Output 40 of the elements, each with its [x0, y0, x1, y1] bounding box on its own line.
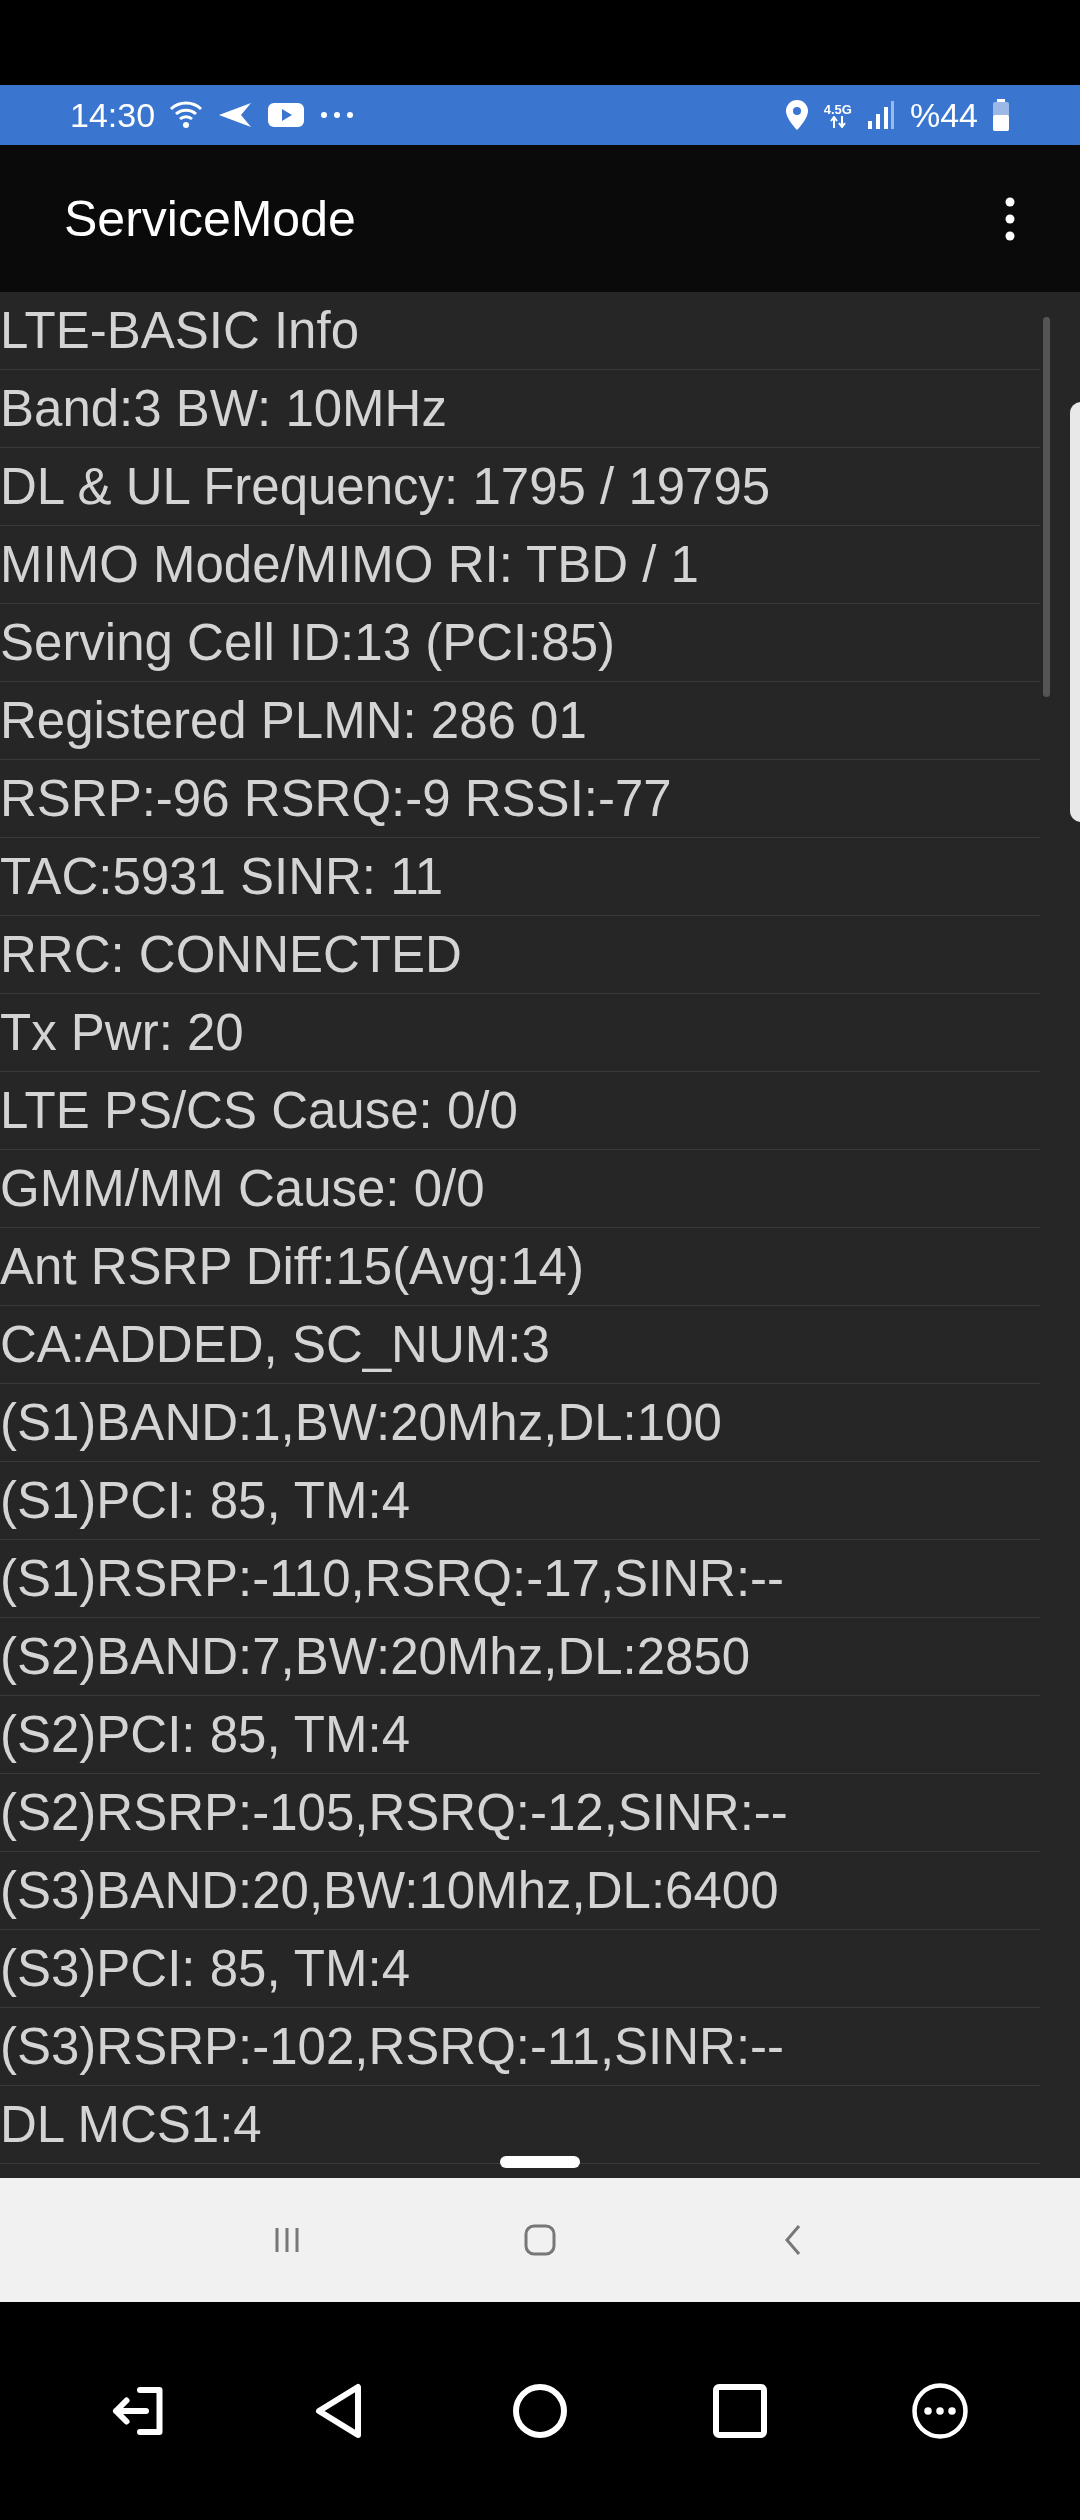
- wifi-icon: [169, 100, 204, 130]
- clock: 14:30: [70, 95, 156, 135]
- info-line: Ant RSRP Diff:15(Avg:14): [0, 1237, 584, 1296]
- battery-level: %44: [909, 95, 978, 135]
- info-line: (S1)RSRP:-110,RSRQ:-17,SINR:--: [0, 1549, 785, 1608]
- info-line: RSRP:-96 RSRQ:-9 RSSI:-77: [0, 769, 672, 828]
- more-icon: [319, 110, 356, 120]
- info-line: Tx Pwr: 20: [0, 1003, 244, 1062]
- info-line: Serving Cell ID:13 (PCI:85): [0, 613, 616, 672]
- more-icon[interactable]: [910, 2381, 970, 2441]
- info-line: (S1)BAND:1,BW:20Mhz,DL:100: [0, 1393, 722, 1452]
- signal-icon: [865, 101, 896, 129]
- info-line: (S2)RSRP:-105,RSRQ:-12,SINR:--: [0, 1783, 788, 1842]
- location-icon: [783, 99, 810, 131]
- info-line: (S2)PCI: 85, TM:4: [0, 1705, 411, 1764]
- info-line: MIMO Mode/MIMO RI: TBD / 1: [0, 535, 699, 594]
- info-line: Band:3 BW: 10MHz: [0, 379, 447, 438]
- info-line: LTE PS/CS Cause: 0/0: [0, 1081, 518, 1140]
- info-line: (S1)PCI: 85, TM:4: [0, 1471, 411, 1530]
- network-type: 4.5G: [823, 102, 852, 116]
- info-line: DL & UL Frequency: 1795 / 19795: [0, 457, 771, 516]
- info-line: TAC:5931 SINR: 11: [0, 847, 444, 906]
- app-title: ServiceMode: [64, 189, 357, 248]
- home-icon[interactable]: [510, 2381, 570, 2441]
- paper-plane-icon: [217, 101, 254, 129]
- menu-icon[interactable]: [1004, 196, 1016, 241]
- play-icon: [267, 101, 306, 129]
- recents-icon[interactable]: [710, 2381, 770, 2441]
- info-line: (S3)RSRP:-102,RSRQ:-11,SINR:--: [0, 2017, 785, 2076]
- info-line: CA:ADDED, SC_NUM:3: [0, 1315, 550, 1374]
- info-line: Registered PLMN: 286 01: [0, 691, 587, 750]
- battery-icon: [992, 99, 1010, 131]
- info-line: (S2)BAND:7,BW:20Mhz,DL:2850: [0, 1627, 751, 1686]
- info-line: (S3)PCI: 85, TM:4: [0, 1939, 411, 1998]
- info-line: RRC: CONNECTED: [0, 925, 462, 984]
- data-arrows-icon: [829, 115, 846, 128]
- info-line: (S3)BAND:20,BW:10Mhz,DL:6400: [0, 1861, 779, 1920]
- info-line: LTE-BASIC Info: [0, 301, 360, 360]
- info-line: DL MCS1:4: [0, 2095, 262, 2154]
- info-line: GMM/MM Cause: 0/0: [0, 1159, 485, 1218]
